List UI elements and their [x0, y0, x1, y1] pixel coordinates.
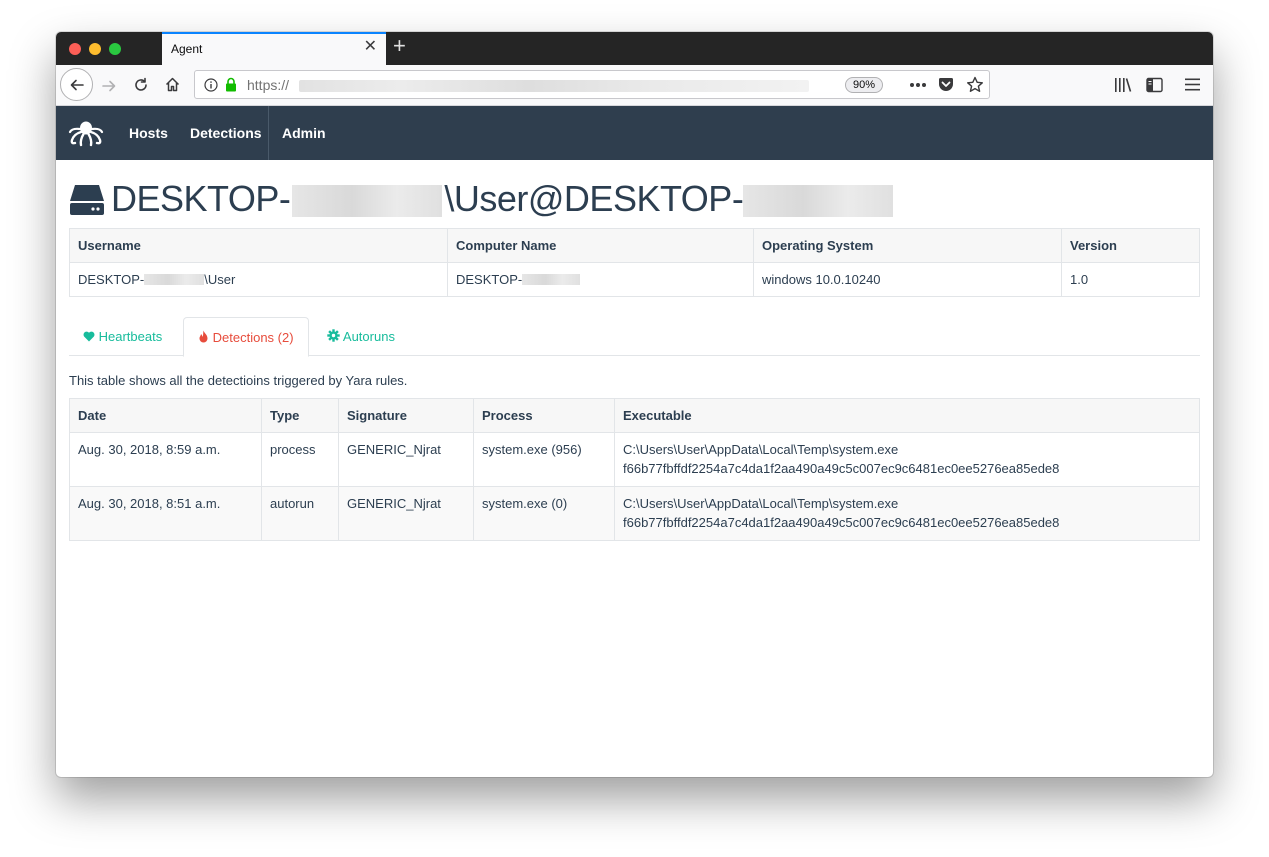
executable-hash: f66b77fbffdf2254a7c4da1f2aa490a49c5c007e…	[623, 461, 1060, 476]
browser-tab-agent[interactable]: Agent ✕	[162, 32, 386, 65]
process-cell: system.exe (0)	[473, 486, 615, 541]
os-cell: windows 10.0.10240	[753, 262, 1062, 297]
host-title-user: \User@DESKTOP-	[444, 178, 744, 219]
computer-name-cell: DESKTOP-	[447, 262, 754, 297]
column-header-type: Type	[261, 398, 339, 433]
bookmark-star-icon[interactable]	[966, 76, 984, 93]
close-window-button[interactable]	[69, 43, 81, 55]
host-tabs: Heartbeats Detections (2) Autoruns	[69, 317, 1200, 357]
heart-icon	[83, 331, 95, 342]
tab-detections-label: Detections (2)	[212, 330, 294, 345]
tab-detections[interactable]: Detections (2)	[183, 317, 309, 357]
tab-heartbeats[interactable]: Heartbeats	[69, 317, 176, 356]
info-icon[interactable]	[204, 78, 218, 92]
executable-hash: f66b77fbffdf2254a7c4da1f2aa490a49c5c007e…	[623, 515, 1060, 530]
tab-heartbeats-label: Heartbeats	[98, 329, 163, 344]
maximize-window-button[interactable]	[109, 43, 121, 55]
process-cell: system.exe (956)	[473, 432, 615, 487]
octopus-logo-icon[interactable]	[68, 118, 104, 148]
version-cell: 1.0	[1061, 262, 1200, 297]
redacted-hostname	[743, 185, 894, 217]
detections-description: This table shows all the detectioins tri…	[69, 373, 408, 388]
host-title: DESKTOP- \User@DESKTOP-	[111, 178, 894, 220]
type-cell: autorun	[261, 486, 339, 541]
table-header-row: Username Computer Name Operating System …	[69, 228, 1200, 263]
computer-name-prefix: DESKTOP-	[456, 272, 523, 287]
type-cell: process	[261, 432, 339, 487]
detections-table: Date Type Signature Process Executable A…	[69, 398, 1200, 541]
hard-drive-icon	[70, 185, 104, 215]
zoom-level-badge[interactable]: 90%	[845, 77, 884, 93]
nav-divider	[268, 106, 269, 160]
arrow-left-icon	[70, 79, 84, 90]
more-actions-icon[interactable]	[909, 82, 927, 88]
executable-cell: C:\Users\User\AppData\Local\Temp\system.…	[614, 432, 1200, 487]
column-header-computer-name: Computer Name	[447, 228, 754, 263]
username-cell: DESKTOP- \User	[69, 262, 448, 297]
tab-autoruns-label: Autoruns	[342, 329, 395, 344]
browser-window: Agent ✕ + https:// 90% Hosts Detections …	[56, 32, 1213, 777]
sidebar-toggle-icon[interactable]	[1146, 77, 1163, 93]
host-title-prefix: DESKTOP-	[111, 178, 291, 219]
redacted-text	[522, 274, 581, 285]
nav-detections-link[interactable]: Detections	[190, 125, 262, 141]
forward-arrow-icon[interactable]	[101, 78, 117, 94]
hamburger-menu-icon[interactable]	[1185, 78, 1200, 91]
reload-icon[interactable]	[133, 77, 149, 93]
browser-toolbar: https:// 90%	[56, 65, 1213, 106]
date-cell: Aug. 30, 2018, 8:51 a.m.	[69, 486, 262, 541]
executable-path: C:\Users\User\AppData\Local\Temp\system.…	[623, 442, 899, 457]
gear-icon	[327, 329, 340, 342]
lock-icon[interactable]	[225, 77, 237, 92]
column-header-version: Version	[1061, 228, 1200, 263]
column-header-username: Username	[69, 228, 448, 263]
close-tab-icon[interactable]: ✕	[364, 39, 377, 55]
date-cell: Aug. 30, 2018, 8:59 a.m.	[69, 432, 262, 487]
redacted-text	[144, 274, 205, 285]
home-icon[interactable]	[164, 76, 181, 93]
table-row: DESKTOP- \User DESKTOP- windows 10.0.1024…	[69, 262, 1200, 297]
redacted-hostname	[292, 185, 443, 217]
column-header-date: Date	[69, 398, 262, 433]
column-header-process: Process	[473, 398, 615, 433]
executable-cell: C:\Users\User\AppData\Local\Temp\system.…	[614, 486, 1200, 541]
new-tab-button[interactable]: +	[393, 35, 406, 57]
app-navbar: Hosts Detections Admin	[56, 106, 1213, 160]
column-header-operating-system: Operating System	[753, 228, 1062, 263]
column-header-signature: Signature	[338, 398, 474, 433]
tab-title: Agent	[171, 42, 203, 56]
signature-cell: GENERIC_Njrat	[338, 486, 474, 541]
host-info-table: Username Computer Name Operating System …	[69, 228, 1200, 297]
executable-path: C:\Users\User\AppData\Local\Temp\system.…	[623, 496, 899, 511]
username-suffix: \User	[204, 272, 236, 287]
minimize-window-button[interactable]	[89, 43, 101, 55]
nav-hosts-link[interactable]: Hosts	[129, 125, 168, 141]
tab-autoruns[interactable]: Autoruns	[313, 317, 409, 356]
url-redacted	[299, 80, 809, 92]
column-header-executable: Executable	[614, 398, 1200, 433]
url-bar[interactable]: https:// 90%	[194, 70, 990, 99]
tab-strip: Agent ✕ +	[56, 32, 1213, 65]
nav-admin-link[interactable]: Admin	[282, 125, 326, 141]
pocket-icon[interactable]	[938, 77, 954, 92]
back-button[interactable]	[60, 68, 93, 101]
username-prefix: DESKTOP-	[78, 272, 145, 287]
fire-icon	[199, 330, 208, 343]
signature-cell: GENERIC_Njrat	[338, 432, 474, 487]
library-icon[interactable]	[1114, 77, 1132, 93]
url-text: https://	[247, 77, 290, 93]
table-header-row: Date Type Signature Process Executable	[69, 398, 1200, 433]
table-row: Aug. 30, 2018, 8:51 a.m. autorun GENERIC…	[69, 486, 1200, 541]
table-row: Aug. 30, 2018, 8:59 a.m. process GENERIC…	[69, 432, 1200, 487]
